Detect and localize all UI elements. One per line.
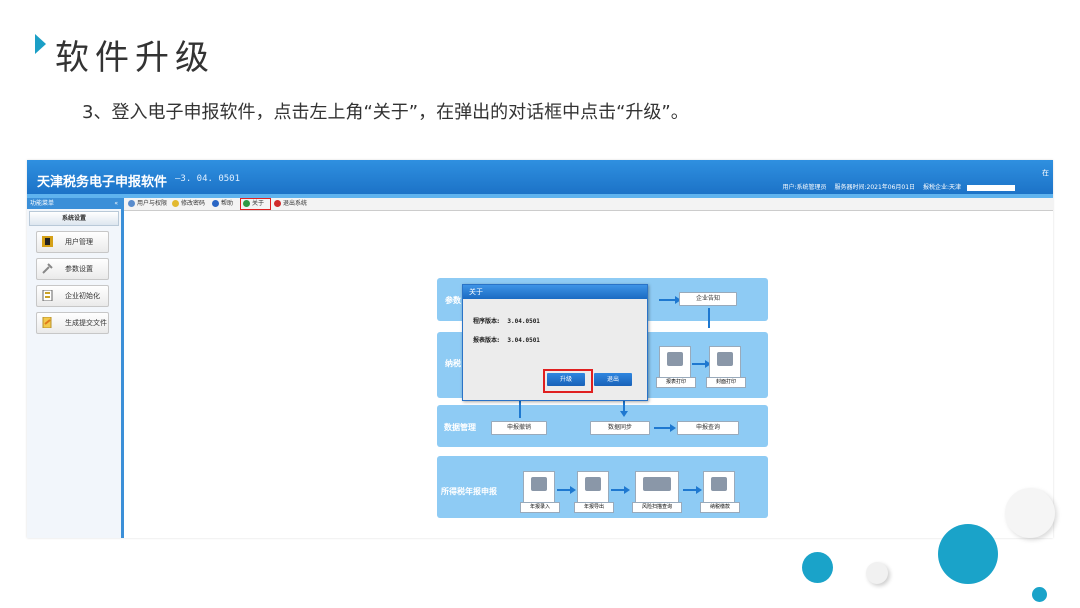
copy-icon (717, 352, 733, 366)
flow-panel-annual-income-tax: 所得税年报申报 年报录入 年报导出 风险扫描查询 纳税缴款 (437, 456, 768, 518)
flow-arrow (557, 486, 576, 494)
status-user: 用户:系统管理员 (782, 184, 827, 191)
slide-title: 软件升级 (55, 38, 215, 78)
document-icon (42, 317, 52, 328)
about-dialog: 关于 程序版本: 3.04.0501 报表版本: 3.04.0501 升级 退出 (462, 284, 648, 401)
decor-circle-large-blue (938, 524, 998, 584)
sidebar-item-label: 企业初始化 (65, 292, 100, 300)
title-marker-icon (35, 34, 46, 54)
flow-button-label: 数据同步 (607, 424, 632, 431)
flow-button-enterprise-notice[interactable]: 企业告知 (679, 292, 737, 306)
sidebar-item-label: 参数设置 (65, 265, 93, 273)
upgrade-highlight-frame (543, 369, 593, 393)
exit-button[interactable]: 退出 (594, 373, 632, 386)
app-version: —3. 04. 0501 (175, 174, 241, 184)
flow-box-label: 年报导出 (574, 502, 614, 513)
sidebar-collapse-icon[interactable]: « (114, 198, 118, 209)
flow-box-annual-entry[interactable]: 年报录入 (520, 471, 560, 513)
close-icon (274, 200, 281, 207)
sidebar-item-user-management[interactable]: 用户管理 (36, 231, 109, 253)
flow-arrow (611, 486, 630, 494)
flow-arrow (683, 486, 702, 494)
status-enterprise: 报税企业:天津 (922, 184, 961, 191)
toolbar: 用户与权限 修改密码 帮助 关于 退出系统 (124, 198, 1053, 211)
flow-arrow (659, 296, 681, 304)
sidebar-item-label: 生成提交文件 (65, 319, 107, 327)
panel-label: 纳税 (445, 359, 461, 368)
scanner-icon (643, 477, 671, 491)
flow-button-label: 申报撤销 (506, 424, 531, 431)
sidebar-item-generate-file[interactable]: 生成提交文件 (36, 312, 109, 334)
template-version-label: 报表版本: (473, 337, 500, 344)
flow-box-label: 纳税缴款 (700, 502, 740, 513)
building-icon (42, 290, 53, 301)
toolbar-label: 用户与权限 (137, 200, 168, 207)
wrench-icon (42, 263, 53, 274)
sidebar-item-label: 用户管理 (65, 238, 93, 246)
user-icon (128, 200, 135, 207)
status-server-time: 服务器时间:2021年06月01日 (834, 184, 916, 191)
panel-label: 所得税年报申报 (441, 487, 497, 496)
flow-connector (708, 308, 710, 328)
program-version-value: 3.04.0501 (507, 318, 540, 325)
flow-button-sync[interactable]: 数据同步 (590, 421, 650, 435)
user-icon (42, 236, 53, 247)
flow-box-risk-scan[interactable]: 风险扫描查询 (632, 471, 682, 513)
toolbar-exit[interactable]: 退出系统 (274, 199, 307, 208)
program-version-row: 程序版本: 3.04.0501 (473, 316, 540, 325)
app-corner-text: 在 (1042, 169, 1049, 177)
toolbar-label: 修改密码 (181, 200, 206, 207)
sidebar-group-system-settings[interactable]: 系统设置 (29, 211, 119, 226)
flow-button-label: 企业告知 (695, 295, 720, 302)
flow-button-revoke[interactable]: 申报撤销 (491, 421, 547, 435)
app-name: 天津税务电子申报软件 (37, 175, 168, 190)
sidebar-header: 功能菜单 « (27, 198, 121, 209)
toolbar-label: 帮助 (221, 200, 234, 207)
template-version-row: 报表版本: 3.04.0501 (473, 335, 540, 344)
sidebar-item-parameter-settings[interactable]: 参数设置 (36, 258, 109, 280)
payment-icon (711, 477, 727, 491)
toolbar-help[interactable]: 帮助 (212, 199, 233, 208)
decor-circle-white (866, 562, 888, 584)
flow-button-label: 申报查询 (695, 424, 720, 431)
edit-icon (531, 477, 547, 491)
flow-panel-data-management: 数据管理 申报撤销 数据同步 申报查询 (437, 405, 768, 447)
help-icon (212, 200, 219, 207)
slide-instruction: 3、登入电子申报软件，点击左上角“关于”，在弹出的对话框中点击“升级”。 (82, 102, 689, 123)
sidebar-header-label: 功能菜单 (30, 200, 55, 207)
program-version-label: 程序版本: (473, 318, 500, 325)
export-icon (585, 477, 601, 491)
flow-box-label: 报表打印 (656, 377, 696, 388)
app-title-bar: 天津税务电子申报软件 —3. 04. 0501 用户:系统管理员 服务器时间:2… (27, 160, 1053, 198)
flow-box-report-print[interactable]: 报表打印 (656, 346, 696, 388)
panel-label: 数据管理 (444, 423, 476, 432)
decor-circle-blue (802, 552, 833, 583)
decor-circle-small-blue (1032, 587, 1047, 602)
redacted-block (967, 184, 1015, 191)
template-version-value: 3.04.0501 (507, 337, 540, 344)
sidebar-item-enterprise-init[interactable]: 企业初始化 (36, 285, 109, 307)
flow-arrow (692, 360, 711, 368)
flow-box-tax-payment[interactable]: 纳税缴款 (700, 471, 740, 513)
flow-box-cover-print[interactable]: 封面打印 (706, 346, 746, 388)
panel-label: 参数 (445, 296, 461, 305)
app-status-bar: 用户:系统管理员 服务器时间:2021年06月01日 报税企业:天津 (777, 182, 1015, 191)
key-icon (172, 200, 179, 207)
app-window: 天津税务电子申报软件 —3. 04. 0501 用户:系统管理员 服务器时间:2… (27, 160, 1053, 538)
flow-button-query[interactable]: 申报查询 (677, 421, 739, 435)
flow-box-annual-export[interactable]: 年报导出 (574, 471, 614, 513)
toolbar-change-password[interactable]: 修改密码 (172, 199, 205, 208)
dialog-title: 关于 (463, 285, 647, 299)
flow-box-label: 年报录入 (520, 502, 560, 513)
flow-arrow (654, 424, 676, 432)
toolbar-label: 退出系统 (283, 200, 308, 207)
about-highlight-frame (240, 198, 271, 210)
flow-box-label: 封面打印 (706, 377, 746, 388)
flow-box-label: 风险扫描查询 (632, 502, 682, 513)
sidebar: 功能菜单 « 系统设置 用户管理 参数设置 企业初始化 生成提交文件 (27, 198, 124, 538)
decor-circle-grey (1005, 488, 1055, 538)
printer-icon (667, 352, 683, 366)
toolbar-user-permissions[interactable]: 用户与权限 (128, 199, 167, 208)
